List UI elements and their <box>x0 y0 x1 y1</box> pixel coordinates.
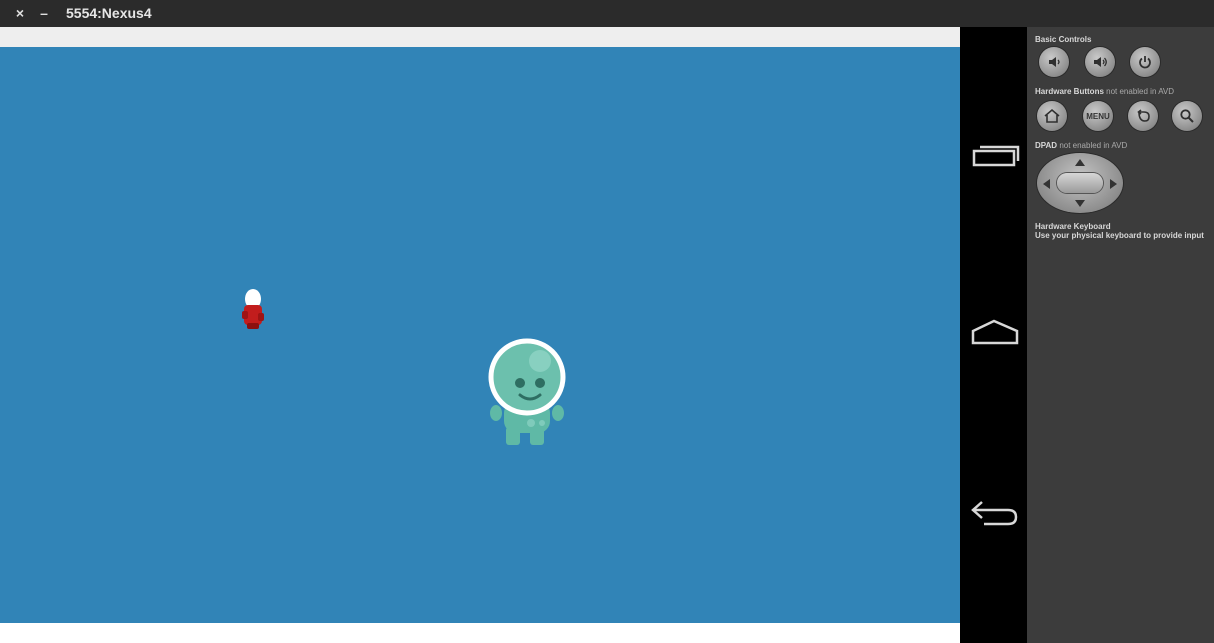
alien-astronaut-sprite <box>488 338 566 445</box>
home-button[interactable] <box>968 313 1020 353</box>
basic-controls-heading: Basic Controls <box>1035 35 1092 44</box>
search-hw-button[interactable] <box>1172 101 1202 131</box>
dpad-center-button[interactable] <box>1057 173 1103 193</box>
menu-hw-button[interactable]: MENU <box>1083 101 1113 131</box>
dpad-control <box>1037 153 1123 213</box>
back-arrow-icon <box>1137 109 1150 122</box>
dpad-up-icon[interactable] <box>1074 157 1086 167</box>
dpad-down-icon[interactable] <box>1074 199 1086 209</box>
dpad-left-icon[interactable] <box>1041 178 1051 190</box>
volume-down-button[interactable] <box>1039 47 1069 77</box>
power-button[interactable] <box>1130 47 1160 77</box>
minimize-button[interactable]: – <box>35 4 53 22</box>
emulator-controls-panel: Basic Controls Hardware Buttons not enab… <box>1027 27 1214 643</box>
window-title: 5554:Nexus4 <box>66 5 152 21</box>
screen-bottom-strip <box>0 623 960 643</box>
hardware-keyboard-title: Hardware Keyboard <box>1035 222 1111 231</box>
dpad-right-icon[interactable] <box>1109 178 1119 190</box>
recent-apps-icon <box>972 145 1020 167</box>
status-bar <box>0 27 960 48</box>
emulator-screen <box>0 27 960 643</box>
volume-up-button[interactable] <box>1085 47 1115 77</box>
hardware-buttons-note: not enabled in AVD <box>1106 87 1175 96</box>
volume-up-icon <box>1094 57 1107 67</box>
back-icon <box>971 501 1018 526</box>
back-hw-button[interactable] <box>1128 101 1158 131</box>
power-icon <box>1139 56 1151 69</box>
hardware-keyboard-note: Use your physical keyboard to provide in… <box>1035 231 1204 240</box>
home-icon <box>971 319 1019 345</box>
dpad-heading: DPAD not enabled in AVD <box>1035 141 1127 150</box>
volume-down-icon <box>1049 57 1060 67</box>
home-icon <box>1044 108 1060 123</box>
game-canvas[interactable] <box>0 47 960 623</box>
close-button[interactable]: × <box>11 4 29 22</box>
recent-apps-button[interactable] <box>968 137 1020 177</box>
red-character-sprite <box>242 289 264 329</box>
dpad-note: not enabled in AVD <box>1059 141 1128 150</box>
window-titlebar: × – 5554:Nexus4 <box>0 0 1214 27</box>
android-navbar <box>960 27 1027 643</box>
home-hw-button[interactable] <box>1037 101 1067 131</box>
hardware-keyboard-info: Hardware Keyboard Use your physical keyb… <box>1035 222 1204 240</box>
dpad-label: DPAD <box>1035 141 1058 150</box>
hardware-buttons-heading: Hardware Buttons not enabled in AVD <box>1035 87 1174 96</box>
menu-label: MENU <box>1086 111 1110 121</box>
back-button[interactable] <box>968 493 1020 533</box>
search-icon <box>1180 109 1194 123</box>
hardware-buttons-label: Hardware Buttons <box>1035 87 1104 96</box>
